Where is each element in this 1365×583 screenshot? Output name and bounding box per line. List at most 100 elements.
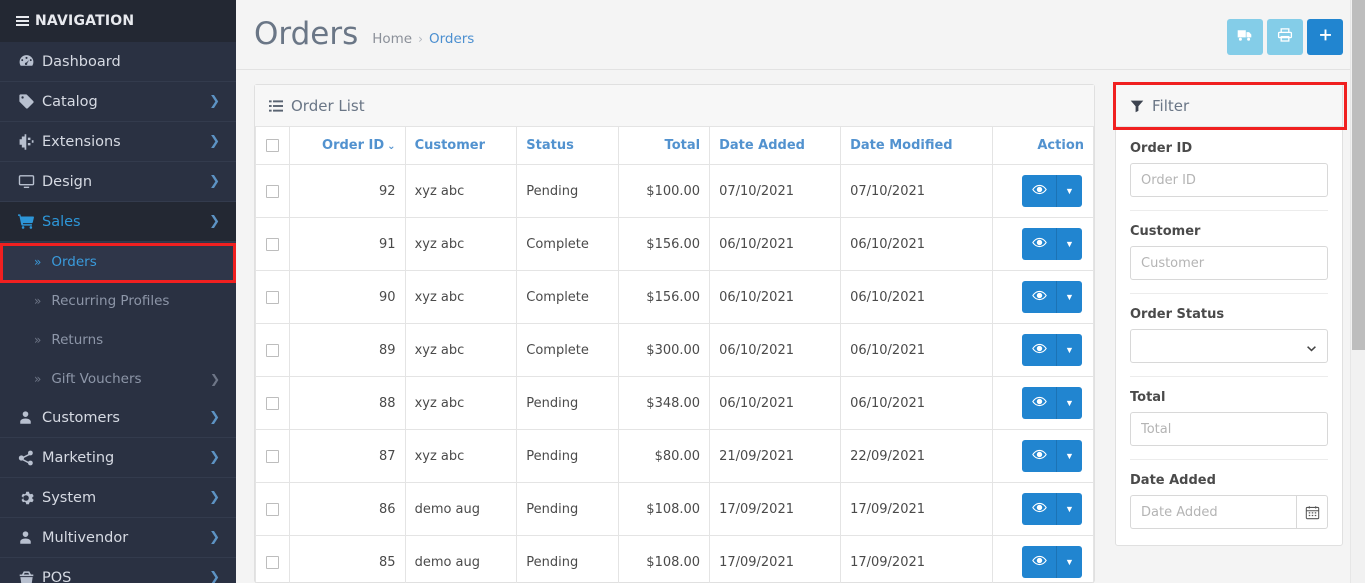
row-action-dropdown-toggle[interactable]: ▼ [1056,281,1082,313]
view-order-button[interactable] [1022,175,1056,207]
row-action-dropdown-toggle[interactable]: ▼ [1056,387,1082,419]
cell-status: Pending [516,376,620,430]
breadcrumb-orders[interactable]: Orders [429,31,474,47]
vertical-scrollbar[interactable] [1350,0,1365,583]
column-header-date-modified[interactable]: Date Modified [840,127,993,165]
sidebar-subitem-label: Orders [51,253,97,270]
cell-action: ▼ [991,429,1095,483]
row-action-dropdown-toggle[interactable]: ▼ [1056,493,1082,525]
view-order-button[interactable] [1022,281,1056,313]
row-checkbox[interactable] [266,184,279,198]
hamburger-icon [16,15,29,27]
row-checkbox[interactable] [266,396,279,410]
print-button[interactable] [1267,18,1303,55]
sidebar-item-dashboard[interactable]: Dashboard [0,42,236,82]
row-action-group: ▼ [1022,546,1082,578]
sidebar-item-multivendor[interactable]: Multivendor ❯ [0,518,236,558]
sidebar-item-customers[interactable]: Customers ❯ [0,398,236,438]
filter-label-total: Total [1130,390,1166,405]
cell-total: $300.00 [618,323,711,377]
cell-total: $156.00 [618,270,711,324]
shipping-button[interactable] [1227,18,1263,55]
cell-status: Complete [516,323,620,377]
breadcrumb-home[interactable]: Home [372,31,412,47]
navigation-header[interactable]: NAVIGATION [0,0,236,42]
filter-total-input[interactable] [1130,412,1328,446]
sidebar-item-catalog[interactable]: Catalog ❯ [0,82,236,122]
table-row: 89 xyz abc Complete $300.00 06/10/2021 06/10/… [255,323,1095,377]
sidebar-item-extensions[interactable]: Extensions ❯ [0,122,236,162]
sidebar-item-pos[interactable]: POS ❯ [0,558,236,583]
navigation-header-label: NAVIGATION [35,13,135,29]
double-chevron-icon: » [34,332,42,347]
row-checkbox[interactable] [266,555,279,569]
row-checkbox[interactable] [266,449,279,463]
caret-down-icon: ▼ [1065,504,1074,514]
view-order-button[interactable] [1022,546,1056,578]
column-header-checkbox [255,127,290,165]
row-action-group: ▼ [1022,493,1082,525]
row-checkbox[interactable] [266,343,279,357]
column-header-status[interactable]: Status [516,127,620,165]
cell-customer: xyz abc [404,217,518,271]
eye-icon [1031,182,1047,200]
filter-order-status-select[interactable] [1130,329,1328,363]
row-action-dropdown-toggle[interactable]: ▼ [1056,440,1082,472]
view-order-button[interactable] [1022,387,1056,419]
column-header-customer[interactable]: Customer [404,127,518,165]
sidebar-item-recurring-profiles[interactable]: » Recurring Profiles [0,281,236,320]
chevron-right-icon: ❯ [209,490,220,505]
funnel-icon [1130,99,1144,113]
select-all-checkbox[interactable] [266,139,279,152]
caret-down-icon: ▼ [1065,292,1074,302]
sidebar-item-gift-vouchers[interactable]: » Gift Vouchers ❯ [0,359,236,398]
sidebar-item-marketing[interactable]: Marketing ❯ [0,438,236,478]
cell-total: $80.00 [618,429,711,483]
sidebar-item-label: Dashboard [42,53,121,70]
filter-customer-input[interactable] [1130,246,1328,280]
row-checkbox[interactable] [266,502,279,516]
view-order-button[interactable] [1022,228,1056,260]
row-action-dropdown-toggle[interactable]: ▼ [1056,334,1082,366]
cell-order-id: 88 [289,376,406,430]
cell-status: Pending [516,535,620,583]
row-action-dropdown-toggle[interactable]: ▼ [1056,228,1082,260]
cell-date-added: 06/10/2021 [709,270,842,324]
column-header-date-added[interactable]: Date Added [709,127,842,165]
sidebar-item-orders[interactable]: » Orders [0,242,236,281]
view-order-button[interactable] [1022,334,1056,366]
filter-date-added-input[interactable] [1130,495,1297,529]
row-checkbox-cell [255,270,290,324]
row-action-group: ▼ [1022,440,1082,472]
caret-down-icon: ▼ [1065,451,1074,461]
sidebar-item-design[interactable]: Design ❯ [0,162,236,202]
order-list-header: Order List [255,85,1094,127]
column-header-order-id[interactable]: Order ID ⌄ [289,127,406,165]
chevron-right-icon: ❯ [209,410,220,425]
filter-order-id-input[interactable] [1130,163,1328,197]
view-order-button[interactable] [1022,493,1056,525]
row-action-dropdown-toggle[interactable]: ▼ [1056,546,1082,578]
sidebar-item-returns[interactable]: » Returns [0,320,236,359]
sidebar-item-system[interactable]: System ❯ [0,478,236,518]
cell-order-id: 89 [289,323,406,377]
cell-date-modified: 06/10/2021 [840,376,993,430]
view-order-button[interactable] [1022,440,1056,472]
sidebar-item-sales[interactable]: Sales ❯ [0,202,236,242]
order-list-panel: Order List Order ID ⌄ Customer Status Tot… [254,84,1095,583]
sidebar: NAVIGATION Dashboard Catalog ❯ Extension… [0,0,236,583]
row-action-dropdown-toggle[interactable]: ▼ [1056,175,1082,207]
calendar-icon[interactable] [1296,495,1328,529]
table-row: 92 xyz abc Pending $100.00 07/10/2021 07/10/2… [255,164,1095,218]
plus-icon [1318,28,1333,46]
scrollbar-thumb[interactable] [1352,0,1365,350]
cell-order-id: 86 [289,482,406,536]
row-action-group: ▼ [1022,334,1082,366]
row-checkbox[interactable] [266,290,279,304]
row-checkbox[interactable] [266,237,279,251]
chevron-right-icon: ❯ [209,570,220,583]
filter-panel-header: Filter [1116,85,1342,127]
add-new-button[interactable] [1307,18,1343,55]
column-header-total[interactable]: Total [618,127,711,165]
table-row: 88 xyz abc Pending $348.00 06/10/2021 06/10/2… [255,376,1095,430]
